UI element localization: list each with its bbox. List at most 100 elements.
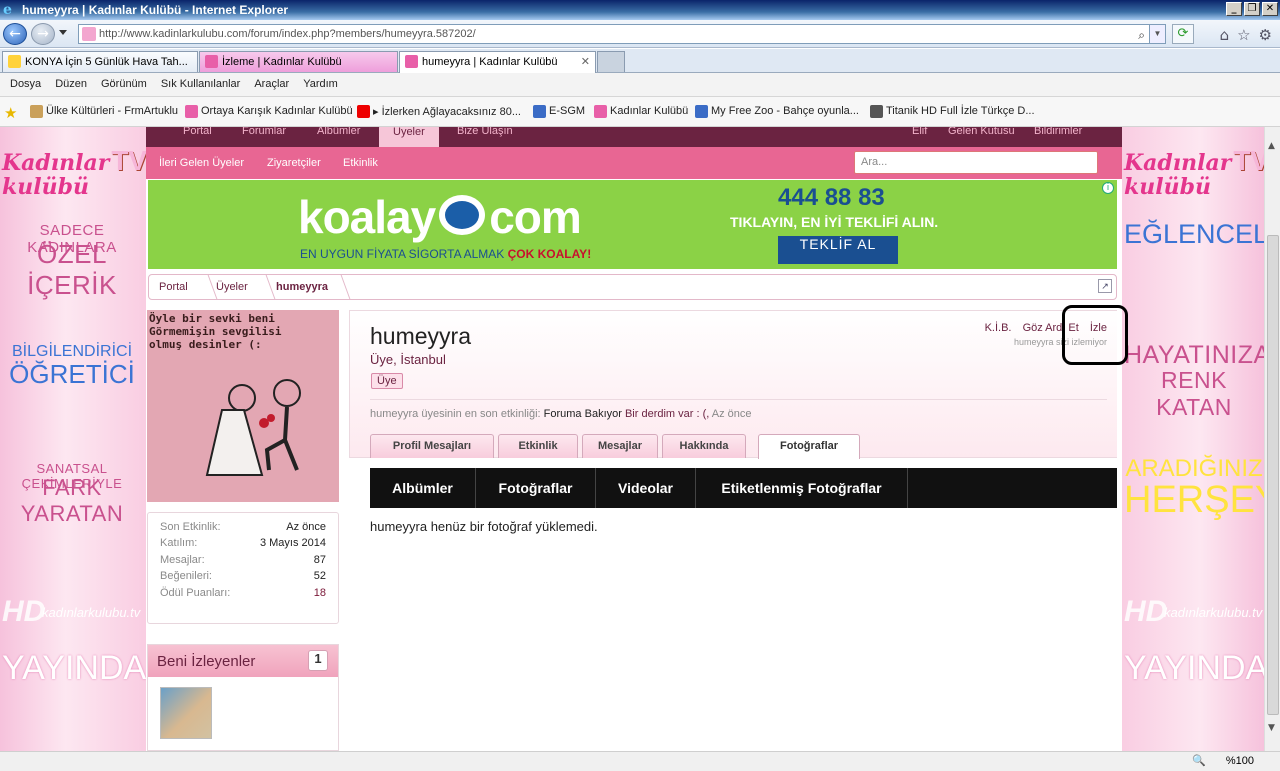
window-controls: _ ❐ ✕ (1226, 2, 1278, 16)
divider (370, 399, 1107, 400)
home-icon[interactable]: ⌂ (1220, 26, 1230, 44)
subnav-notable[interactable]: İleri Gelen Üyeler (159, 157, 244, 169)
ad-text: HAYATINIZA (1124, 341, 1264, 369)
nav-bize-ulasin[interactable]: Bize Ulaşın (457, 127, 513, 137)
followers-panel: Beni İzleyenler 1 (147, 644, 339, 751)
ad-logo: KadınlarTV kulübü (1124, 145, 1264, 200)
close-icon[interactable]: ✕ (1262, 2, 1278, 16)
photonav-videos[interactable]: Videolar (596, 468, 696, 508)
window-title: humeyyra | Kadınlar Kulübü - Internet Ex… (22, 3, 289, 17)
forward-button[interactable]: → (31, 23, 55, 45)
back-button[interactable]: ← (3, 23, 27, 45)
menu-yardim[interactable]: Yardım (296, 73, 345, 96)
fav-item[interactable]: Titanik HD Full İzle Türkçe D... (870, 105, 1035, 118)
menu-gorunum[interactable]: Görünüm (94, 73, 154, 96)
breadcrumb-separator (254, 275, 276, 299)
fav-item[interactable]: Ortaya Karışık Kadınlar Kulübü (185, 105, 353, 118)
tab-activity[interactable]: Etkinlik (498, 434, 578, 458)
browser-tab-bar: KONYA İçin 5 Günlük Hava Tah... İzleme |… (0, 49, 1280, 73)
profile-username: humeyyra (370, 323, 471, 349)
new-tab-button[interactable] (597, 51, 625, 72)
page-scrollbar[interactable]: ▲ ▼ (1264, 127, 1280, 751)
menu-duzen[interactable]: Düzen (48, 73, 94, 96)
breadcrumb-current[interactable]: humeyyra (276, 281, 328, 293)
address-bar-row: ← → http://www.kadinlarkulubu.com/forum/… (0, 20, 1280, 48)
stat-row: Ödül Puanları: 18 (160, 586, 326, 599)
scroll-thumb[interactable] (1267, 235, 1279, 715)
favorites-add-icon[interactable]: ★ (4, 104, 17, 122)
gear-icon[interactable]: ⚙ (1259, 26, 1272, 44)
restore-icon[interactable]: ❐ (1244, 2, 1260, 16)
fav-item[interactable]: Ülke Kültürleri - FrmArtuklu (30, 105, 178, 118)
report-link[interactable]: K.İ.B. (985, 322, 1012, 334)
zoom-level[interactable]: %100 (1226, 755, 1254, 767)
fav-favicon-icon (594, 105, 607, 118)
empty-photos-message: humeyyra henüz bir fotoğraf yüklemedi. (370, 519, 598, 534)
nav-forumlar[interactable]: Forumlar (242, 127, 286, 137)
zoom-icon[interactable]: 🔍 (1192, 754, 1206, 767)
url-input[interactable]: http://www.kadinlarkulubu.com/forum/inde… (78, 24, 1166, 44)
tab-photos[interactable]: Fotoğraflar (758, 434, 860, 459)
breadcrumb-separator (329, 275, 351, 299)
nav-portal[interactable]: Portal (183, 127, 212, 137)
stat-row: Mesajlar: 87 (160, 553, 326, 566)
left-skyscraper-ad[interactable]: KadınlarTV kulübü SADECE KADINLARA ÖZEL … (0, 127, 146, 751)
nav-albumler[interactable]: Albümler (317, 127, 360, 137)
favorites-star-icon[interactable]: ☆ (1237, 26, 1250, 44)
koalay-banner-ad[interactable]: koalay com EN UYGUN FİYATA SİGORTA ALMAK … (148, 180, 1117, 269)
tab-posts[interactable]: Mesajlar (582, 434, 658, 458)
nav-alerts[interactable]: Bildirimler (1034, 127, 1082, 137)
site-search-input[interactable]: Ara... (854, 151, 1098, 174)
subnav-visitors[interactable]: Ziyaretçiler (267, 157, 321, 169)
browser-tab-izleme[interactable]: İzleme | Kadınlar Kulübü (199, 51, 398, 72)
tab-profile-posts[interactable]: Profil Mesajları (370, 434, 494, 458)
photonav-photos[interactable]: Fotoğraflar (476, 468, 596, 508)
fav-item[interactable]: E-SGM (533, 105, 585, 118)
highlight-annotation (1062, 305, 1128, 365)
refresh-button[interactable]: ⟳ (1172, 24, 1194, 44)
scroll-down-icon[interactable]: ▼ (1268, 723, 1275, 733)
fav-item[interactable]: ▸ İzlerken Ağlayacaksınız 80... (357, 105, 521, 118)
stat-row: Son Etkinlik: Az önce (160, 521, 326, 533)
ad-text: YAYINDA (2, 649, 146, 687)
scroll-up-icon[interactable]: ▲ (1268, 141, 1275, 151)
nav-user[interactable]: Elif (912, 127, 927, 137)
banner-tagline: EN UYGUN FİYATA SİGORTA ALMAK ÇOK KOALAY… (300, 247, 592, 261)
tab-label: İzleme | Kadınlar Kulübü (222, 56, 342, 68)
right-skyscraper-ad[interactable]: KadınlarTV kulübü EĞLENCELİ HAYATINIZA R… (1122, 127, 1264, 751)
photonav-albums[interactable]: Albümler (370, 468, 476, 508)
photonav-tagged[interactable]: Etiketlenmiş Fotoğraflar (696, 468, 908, 508)
ad-info-icon[interactable]: i (1102, 182, 1114, 194)
ad-text: HERŞEY (1124, 479, 1264, 521)
breadcrumb-portal[interactable]: Portal (159, 281, 188, 293)
menu-araclar[interactable]: Araçlar (247, 73, 296, 96)
history-dropdown-icon[interactable] (59, 30, 67, 35)
browser-tab-active[interactable]: humeyyra | Kadınlar Kulübü ✕ (399, 51, 596, 73)
tab-about[interactable]: Hakkında (662, 434, 746, 458)
breadcrumb-uyeler[interactable]: Üyeler (216, 281, 248, 293)
browser-tab-weather[interactable]: KONYA İçin 5 Günlük Hava Tah... (2, 51, 198, 72)
fav-favicon-icon (30, 105, 43, 118)
profile-avatar[interactable]: Öyle bir sevki beni Görmemişin sevgilisi… (147, 310, 339, 502)
follower-avatar[interactable] (160, 687, 212, 739)
fav-item[interactable]: My Free Zoo - Bahçe oyunla... (695, 105, 859, 118)
profile-location: Üye, İstanbul (370, 352, 446, 367)
activity-thread-link[interactable]: Bir derdim var : (, (625, 408, 709, 420)
banner-cta-text: TIKLAYIN, EN İYİ TEKLİFİ ALIN. (730, 214, 939, 230)
status-badge: Üye (371, 373, 403, 389)
koalay-logo: koalay com (298, 191, 582, 243)
followers-count[interactable]: 1 (308, 650, 328, 671)
external-link-icon[interactable]: ↗ (1098, 279, 1112, 293)
tab-close-icon[interactable]: ✕ (581, 52, 590, 72)
url-dropdown-icon[interactable]: ▼ (1149, 25, 1165, 43)
subnav-activity[interactable]: Etkinlik (343, 157, 378, 169)
search-icon[interactable]: ⌕ (1138, 26, 1145, 44)
menu-dosya[interactable]: Dosya (3, 73, 48, 96)
nav-uyeler[interactable]: Üyeler (379, 127, 439, 147)
avatar-caption: Öyle bir sevki beni Görmemişin sevgilisi… (149, 312, 282, 351)
fav-item[interactable]: Kadınlar Kulübü (594, 105, 688, 118)
menu-favorites[interactable]: Sık Kullanılanlar (154, 73, 248, 96)
banner-cta-button[interactable]: TEKLİF AL (778, 236, 898, 264)
minimize-icon[interactable]: _ (1226, 2, 1242, 16)
nav-inbox[interactable]: Gelen Kutusu (948, 127, 1015, 137)
